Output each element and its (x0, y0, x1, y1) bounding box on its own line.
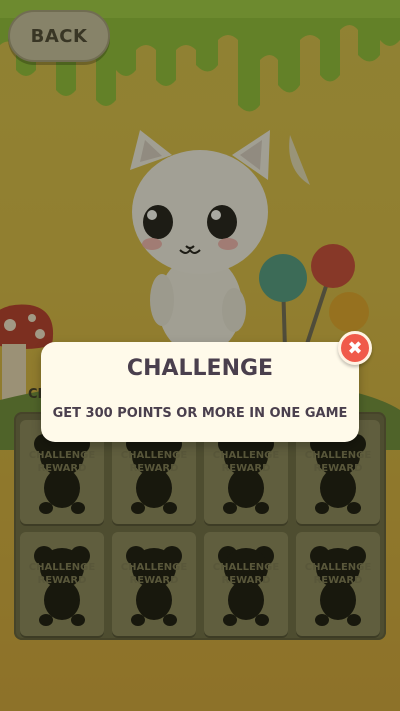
dialog-description: GET 300 POINTS OR MORE IN ONE GAME (52, 406, 348, 421)
dialog-title: CHALLENGE (126, 356, 274, 381)
challenge-dialog: CHALLENGE GET 300 POINTS OR MORE IN ONE … (41, 342, 359, 442)
close-x-icon: ✖ (347, 337, 363, 359)
close-button[interactable]: ✖ (338, 331, 372, 365)
